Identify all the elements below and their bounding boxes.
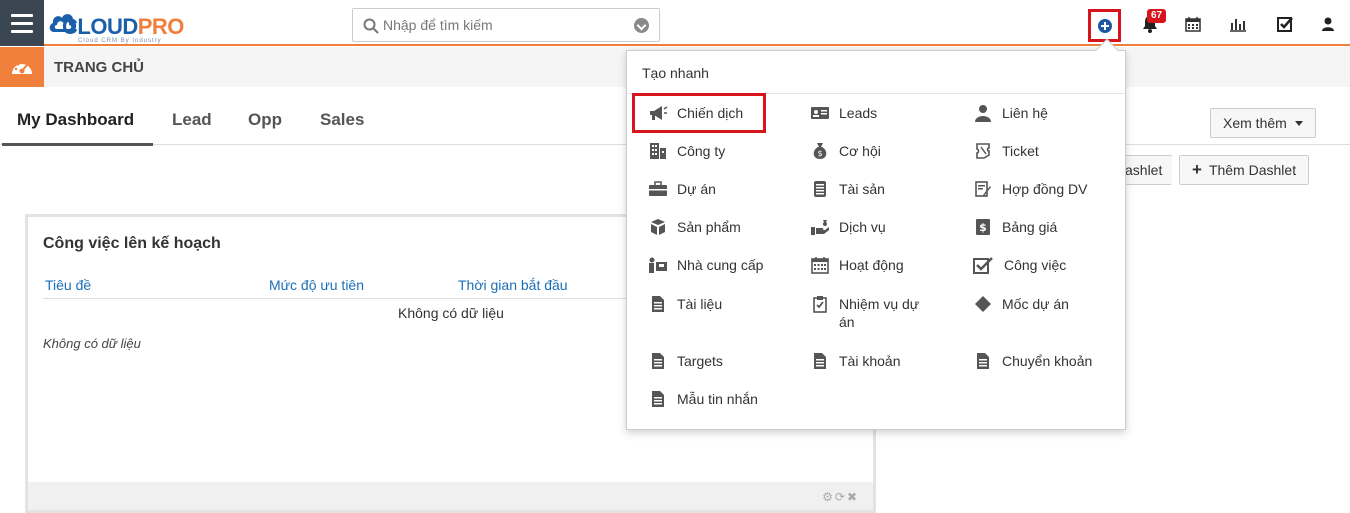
dashlet-button-partial-label: ashlet: [1125, 162, 1163, 178]
quick-create-milestone[interactable]: Mốc dự án: [972, 295, 1102, 313]
svg-text:$: $: [979, 221, 987, 234]
document-icon: [647, 390, 669, 408]
plus-circle-icon: [1098, 19, 1112, 33]
no-data-note: Không có dữ liệu: [43, 336, 141, 351]
id-card-icon: [809, 104, 831, 122]
briefcase-icon: [647, 180, 669, 198]
person-icon: [972, 104, 994, 122]
document-icon: [809, 352, 831, 370]
dashlet-title: Công việc lên kế hoạch: [43, 235, 221, 252]
building-icon: [647, 142, 669, 160]
tab-sales[interactable]: Sales: [320, 110, 364, 130]
contract-icon: [972, 180, 994, 198]
user-icon[interactable]: [1316, 12, 1340, 36]
notification-badge: 67: [1147, 9, 1167, 23]
cubes-icon: [647, 218, 669, 236]
diamond-icon: [972, 295, 994, 313]
quick-create-opportunity[interactable]: $ Cơ hội: [809, 142, 939, 160]
logo-tagline: Cloud CRM By Industry: [78, 38, 162, 44]
quick-create-activity[interactable]: Hoạt động: [809, 256, 939, 274]
chart-icon[interactable]: [1226, 12, 1250, 36]
more-button-label: Xem thêm: [1223, 115, 1287, 131]
dashlet-footer: ⚙⟳✖: [28, 482, 873, 510]
calendar-icon[interactable]: [1181, 12, 1205, 36]
quick-create-menu: Tạo nhanh Chiến dịch Leads Liên hệ Công …: [626, 38, 1126, 430]
logo-text-accent: PRO: [137, 14, 185, 39]
search-icon: [363, 18, 379, 34]
money-bag-icon: $: [809, 142, 831, 160]
quick-create-vendor[interactable]: Nhà cung cấp: [647, 256, 777, 274]
tab-opp[interactable]: Opp: [248, 110, 282, 130]
quick-create-account[interactable]: Tài khoản: [809, 352, 939, 370]
quick-create-price-book[interactable]: $ Bảng giá: [972, 218, 1102, 236]
quick-create-asset[interactable]: Tài sản: [809, 180, 939, 198]
quick-create-service[interactable]: Dịch vụ: [809, 218, 939, 236]
price-book-icon: $: [972, 218, 994, 236]
calendar-grid-icon: [809, 256, 831, 274]
quick-create-product[interactable]: Sản phẩm: [647, 218, 777, 236]
global-search[interactable]: [352, 8, 660, 42]
chevron-down-icon[interactable]: [634, 18, 649, 33]
column-priority[interactable]: Mức độ ưu tiên: [269, 277, 364, 293]
tab-lead[interactable]: Lead: [172, 110, 212, 130]
column-start-time[interactable]: Thời gian bắt đầu: [458, 277, 568, 293]
quick-create-message-template[interactable]: Mẫu tin nhắn: [647, 390, 777, 408]
quick-create-contact[interactable]: Liên hệ: [972, 104, 1102, 122]
checkbox-icon[interactable]: [1273, 12, 1297, 36]
close-icon[interactable]: ✖: [847, 490, 859, 504]
quick-create-campaign[interactable]: Chiến dịch: [632, 93, 766, 133]
add-dashlet-label: Thêm Dashlet: [1208, 162, 1297, 178]
logo-text-main: CLOUD: [62, 14, 138, 39]
quick-create-task[interactable]: Công việc: [972, 256, 1104, 274]
menu-icon[interactable]: [0, 0, 44, 46]
top-navbar: CLOUDPRO Cloud CRM By Industry 67: [0, 0, 1350, 46]
quick-create-project[interactable]: Dự án: [647, 180, 777, 198]
quick-create-targets[interactable]: Targets: [647, 352, 777, 370]
quick-create-leads[interactable]: Leads: [809, 104, 939, 122]
quick-create-heading: Tạo nhanh: [642, 65, 709, 81]
active-tab-indicator: [2, 143, 153, 146]
vendor-icon: [647, 256, 669, 274]
no-data-message: Không có dữ liệu: [398, 305, 504, 321]
check-square-icon: [972, 256, 994, 274]
quick-create-document[interactable]: Tài liệu: [647, 295, 777, 313]
gear-icon[interactable]: ⚙: [822, 490, 835, 504]
add-dashlet-button[interactable]: + Thêm Dashlet: [1179, 155, 1310, 185]
document-icon: [647, 352, 669, 370]
quick-create-transfer[interactable]: Chuyển khoản: [972, 352, 1102, 370]
quick-create-project-task[interactable]: Nhiệm vụ dự án: [809, 295, 927, 331]
svg-text:$: $: [817, 149, 822, 158]
document-icon: [647, 295, 669, 313]
quick-create-service-contract[interactable]: Hợp đồng DV: [972, 180, 1102, 198]
quick-create-company[interactable]: Công ty: [647, 142, 777, 160]
refresh-icon[interactable]: ⟳: [835, 490, 847, 504]
search-input[interactable]: [383, 9, 623, 41]
dashboard-gauge-icon[interactable]: [0, 47, 44, 87]
tab-my-dashboard[interactable]: My Dashboard: [17, 110, 134, 130]
more-button[interactable]: Xem thêm: [1210, 108, 1316, 138]
megaphone-icon: [647, 104, 669, 122]
quick-create-ticket[interactable]: Ticket: [972, 142, 1102, 160]
column-title[interactable]: Tiêu đề: [45, 277, 91, 293]
page-title: TRANG CHỦ: [54, 59, 144, 76]
caret-down-icon: [1294, 120, 1303, 126]
cloudpro-logo[interactable]: CLOUDPRO Cloud CRM By Industry: [48, 8, 208, 44]
quick-create-button[interactable]: [1088, 9, 1121, 42]
ticket-icon: [972, 142, 994, 160]
barcode-icon: [809, 180, 831, 198]
divider: [627, 93, 1125, 94]
hand-service-icon: [809, 218, 831, 236]
plus-icon: +: [1192, 160, 1202, 179]
document-icon: [972, 352, 994, 370]
clipboard-check-icon: [809, 295, 831, 313]
